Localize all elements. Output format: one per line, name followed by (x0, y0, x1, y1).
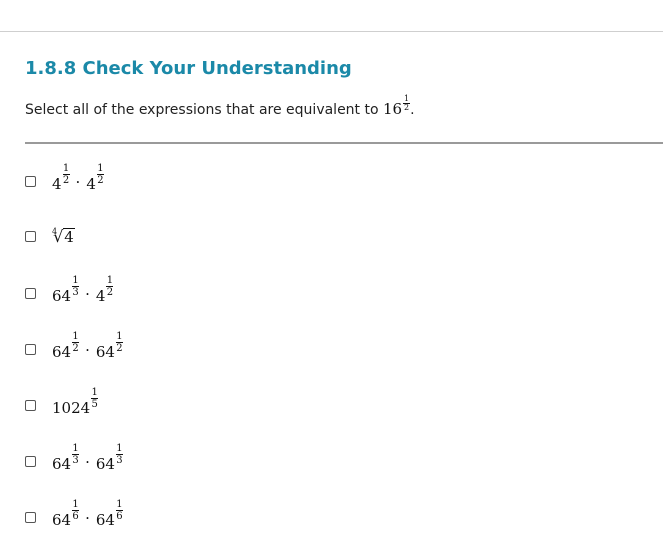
option-d-checkbox[interactable] (25, 343, 36, 355)
question-prompt: Select all of the expressions that are e… (25, 95, 415, 119)
prompt-exp-den: 2 (404, 103, 410, 112)
term: 412 (52, 162, 70, 193)
option-f-expression: 64 1 3 · 64 1 3 (52, 442, 123, 473)
section-divider (25, 142, 663, 144)
option-b-expression: 4 √ 4 (52, 227, 75, 246)
option-b-checkbox[interactable] (25, 230, 36, 242)
answer-option-d[interactable]: 64 1 2 · 64 1 2 (25, 330, 123, 364)
page-title: 1.8.8 Check Your Understanding (25, 58, 352, 79)
answer-option-b[interactable]: 4 √ 4 (25, 221, 75, 251)
answer-option-f[interactable]: 64 1 3 · 64 1 3 (25, 442, 123, 476)
term: 64 1 2 (52, 330, 80, 361)
answer-option-e[interactable]: 1024 1 5 (25, 386, 99, 420)
multiply-dot: · (75, 172, 81, 191)
top-divider (0, 31, 663, 32)
option-e-checkbox[interactable] (25, 399, 36, 411)
option-a-checkbox[interactable] (25, 175, 36, 187)
term: 1024 1 5 (52, 386, 99, 417)
term: 64 1 3 (52, 442, 80, 473)
prompt-end: . (410, 102, 415, 118)
term: 64 1 2 (95, 330, 123, 361)
term: 64 1 3 (95, 442, 123, 473)
option-c-expression: 64 1 3 · 412 (52, 274, 114, 305)
option-d-expression: 64 1 2 · 64 1 2 (52, 330, 123, 361)
multiply-dot: · (85, 284, 90, 303)
term: 64 1 6 (95, 498, 123, 529)
term: 412 (95, 274, 114, 305)
prompt-exponent: 12 (403, 94, 411, 112)
radicand: 4 (63, 227, 75, 246)
term: 64 1 6 (52, 498, 80, 529)
answer-option-g[interactable]: 64 1 6 · 64 1 6 (25, 498, 123, 532)
term: 64 1 3 (52, 274, 80, 305)
fourth-root: 4 √ 4 (52, 227, 75, 246)
option-g-expression: 64 1 6 · 64 1 6 (52, 498, 123, 529)
prompt-text: Select all of the expressions that are e… (25, 102, 383, 118)
prompt-base: 16 (383, 100, 403, 118)
option-a-expression: 412 · 412 (52, 162, 104, 193)
multiply-dot: · (85, 452, 90, 471)
option-f-checkbox[interactable] (25, 455, 36, 467)
answer-option-a[interactable]: 412 · 412 (25, 162, 104, 196)
option-c-checkbox[interactable] (25, 287, 36, 299)
term: 412 (86, 162, 104, 193)
answer-option-c[interactable]: 64 1 3 · 412 (25, 274, 114, 308)
option-g-checkbox[interactable] (25, 511, 36, 523)
root-index: 4 (52, 226, 58, 236)
option-e-expression: 1024 1 5 (52, 386, 99, 417)
multiply-dot: · (85, 340, 90, 359)
prompt-expression: 16 1 2 (383, 95, 411, 118)
prompt-exp-num: 1 (404, 94, 410, 103)
multiply-dot: · (85, 508, 90, 527)
